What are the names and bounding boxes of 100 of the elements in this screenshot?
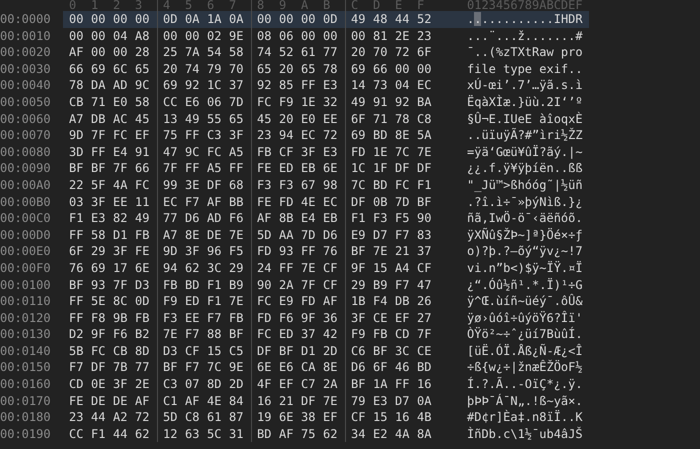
hex-byte: AF xyxy=(134,392,150,410)
hex-byte: FF xyxy=(68,293,84,310)
ascii-text: o)?þ.?–õý“ÿv¿~!7 xyxy=(467,243,583,260)
hex-byte: 2D xyxy=(322,342,338,360)
hex-byte: 66 xyxy=(68,60,84,78)
hex-byte: 71 xyxy=(90,94,106,111)
hex-byte: 7F xyxy=(112,160,128,177)
hex-byte: C8 xyxy=(416,110,432,128)
hex-byte: 91 xyxy=(372,94,388,111)
offset-label: 00:0030 xyxy=(0,60,52,78)
hex-byte: 2D xyxy=(228,376,244,393)
hex-byte: FC xyxy=(112,127,128,144)
hex-byte: 7A xyxy=(184,44,200,61)
hex-byte: 58 xyxy=(134,94,150,111)
hex-byte: 77 xyxy=(134,359,150,376)
hex-byte: 0D xyxy=(134,293,150,310)
hex-byte: EF xyxy=(322,409,338,426)
hex-byte: CF xyxy=(322,276,338,294)
hex-byte: 7C xyxy=(206,359,222,376)
hex-byte: 3F xyxy=(112,243,128,260)
ascii-text: ËqàXÌæ.}üù.2I‘’º xyxy=(467,94,583,111)
hex-byte: 00 xyxy=(112,11,128,28)
hex-byte: 00 xyxy=(256,11,272,28)
hex-byte: AF xyxy=(206,194,222,210)
hex-byte: DF xyxy=(350,194,366,210)
hex-byte: 36 xyxy=(322,310,338,326)
hex-byte: 23 xyxy=(68,409,84,426)
hex-byte: C5 xyxy=(228,342,244,360)
hex-byte: 7B xyxy=(112,359,128,376)
hex-byte: AD xyxy=(206,210,222,227)
hex-byte: B2 xyxy=(134,326,150,343)
hex-byte: FC xyxy=(256,326,272,343)
hex-byte: 0A xyxy=(184,11,200,28)
hex-byte: 61 xyxy=(300,44,316,61)
hex-byte: A8 xyxy=(134,28,150,44)
hex-byte: ED xyxy=(278,326,294,343)
hex-byte: FD xyxy=(300,293,316,310)
hex-byte: 7F xyxy=(90,127,106,144)
hex-byte: 45 xyxy=(134,110,150,128)
hex-byte: E6 xyxy=(184,94,200,111)
hex-byte: 6E xyxy=(134,260,150,276)
hex-byte: 63 xyxy=(184,426,200,442)
hex-byte: 45 xyxy=(256,110,272,128)
hex-byte: 00 xyxy=(90,28,106,44)
ascii-text: Í.?.Ã..-OïÇ*¿.ÿ. xyxy=(467,376,583,393)
hex-byte: F8 xyxy=(90,310,106,326)
hex-byte: 4E xyxy=(300,194,316,210)
hex-byte: B9 xyxy=(228,276,244,294)
hex-byte: 07 xyxy=(184,376,200,393)
hex-byte: BF xyxy=(416,194,432,210)
hex-byte: 5A xyxy=(416,127,432,144)
hex-byte: 49 xyxy=(350,94,366,111)
hex-byte: AF xyxy=(278,426,294,442)
hex-byte: 5B xyxy=(68,342,84,360)
hex-byte: 94 xyxy=(278,127,294,144)
hex-byte: 9F xyxy=(90,326,106,343)
hex-byte: EF xyxy=(134,127,150,144)
hex-byte: F3 xyxy=(162,310,178,326)
hex-byte: 85 xyxy=(278,77,294,94)
offset-label: 00:0100 xyxy=(0,276,52,294)
hex-byte: 42 xyxy=(322,326,338,343)
hex-byte: 0A xyxy=(416,392,432,410)
hex-byte: 68 xyxy=(228,176,244,194)
hex-byte: FE xyxy=(68,392,84,410)
hex-byte: AF xyxy=(322,293,338,310)
hex-byte: 49 xyxy=(350,11,366,28)
hex-byte: DF xyxy=(300,392,316,410)
hex-byte: 77 xyxy=(162,210,178,227)
hex-byte: EF xyxy=(394,310,410,326)
hex-byte: 00 xyxy=(90,11,106,28)
ascii-text: ÿø›ûóî÷ûýöŸ6?Îï' xyxy=(467,310,583,326)
hex-byte: 3D xyxy=(68,144,84,160)
hex-byte: FC xyxy=(90,342,106,360)
hex-byte: FE xyxy=(134,243,150,260)
hex-byte: D3 xyxy=(162,342,178,360)
hex-byte: AF xyxy=(68,44,84,61)
hex-byte: EE xyxy=(322,110,338,128)
hex-byte: BF xyxy=(162,359,178,376)
hex-byte: 88 xyxy=(206,326,222,343)
hex-byte: 00 xyxy=(278,11,294,28)
hex-byte: CB xyxy=(68,94,84,111)
hex-byte: 15 xyxy=(206,342,222,360)
hex-byte: 2E xyxy=(394,28,410,44)
hex-byte: DB xyxy=(90,110,106,128)
hex-byte: 66 xyxy=(372,60,388,78)
hex-byte: F4 xyxy=(372,293,388,310)
hex-byte: EC xyxy=(162,194,178,210)
hex-byte: 82 xyxy=(112,210,128,227)
hex-byte: FC xyxy=(134,176,150,194)
hex-byte: CC xyxy=(162,94,178,111)
ascii-text: xÚ-œi’.7’…ÿã.s.ì xyxy=(467,77,583,94)
hex-byte: 29 xyxy=(90,243,106,260)
hex-byte: BF xyxy=(278,342,294,360)
hex-byte: 9D xyxy=(162,243,178,260)
hex-byte: 8E xyxy=(394,127,410,144)
hex-byte: 65 xyxy=(256,60,272,78)
hex-byte: 7D xyxy=(228,94,244,111)
hex-byte: AA xyxy=(278,226,294,244)
hex-byte: 04 xyxy=(112,28,128,44)
offset-label: 00:0090 xyxy=(0,160,52,177)
